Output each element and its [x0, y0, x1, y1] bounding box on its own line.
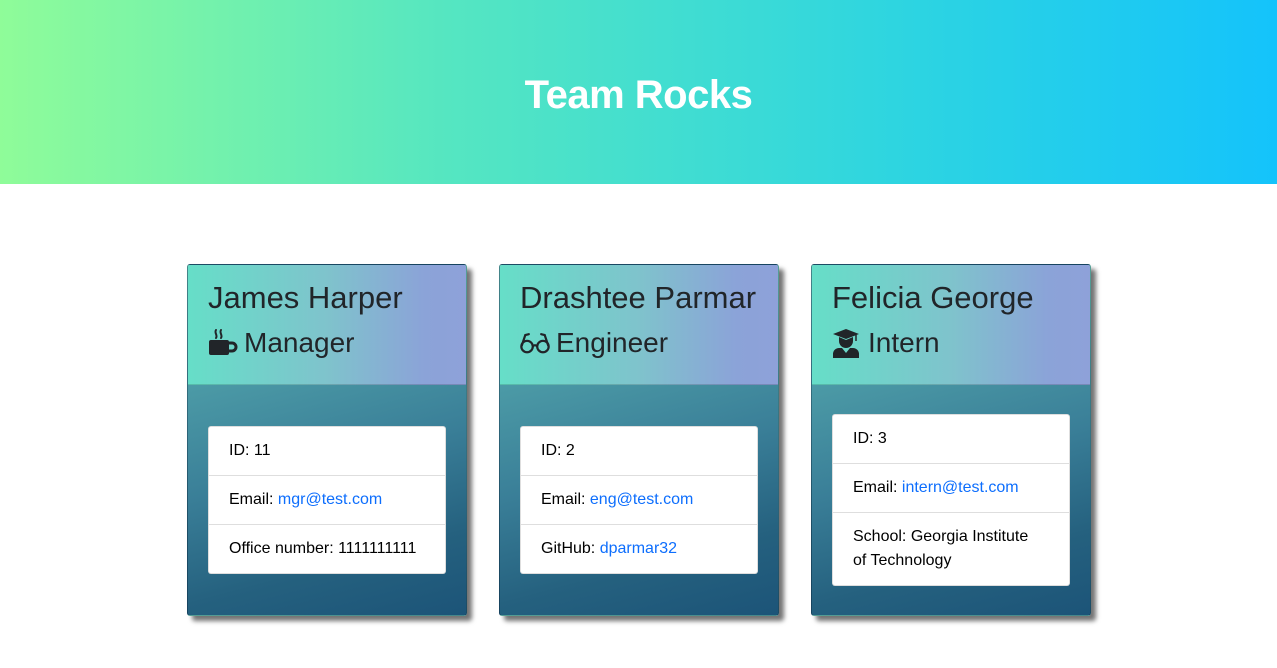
card-header: Felicia George Intern [812, 265, 1090, 385]
id-value: 2 [565, 442, 575, 459]
info-list: ID: 3 Email: intern@test.com School: Geo… [832, 414, 1070, 586]
employee-name: James Harper [208, 280, 403, 315]
id-label: ID: [541, 442, 562, 459]
team-cards: James Harper Manager ID: 11 Email: mgr@t… [0, 184, 1277, 668]
office-number-item: Office number: 1111111111 [209, 525, 445, 573]
page-header: Team Rocks [0, 0, 1277, 184]
email-item: Email: mgr@test.com [209, 476, 445, 525]
card-body: ID: 2 Email: eng@test.com GitHub: dparma… [520, 426, 758, 574]
id-item: ID: 2 [521, 427, 757, 476]
id-value: 3 [877, 430, 887, 447]
engineer-card: Drashtee Parmar Engineer ID: 2 Email: en… [499, 264, 779, 616]
email-label: Email: [853, 479, 898, 496]
email-item: Email: eng@test.com [521, 476, 757, 525]
github-label: GitHub: [541, 540, 596, 557]
id-item: ID: 3 [833, 415, 1069, 464]
card-body: ID: 3 Email: intern@test.com School: Geo… [832, 414, 1070, 586]
office-number-label: Office number: [229, 540, 334, 557]
github-link[interactable]: dparmar32 [600, 540, 677, 557]
id-value: 11 [253, 442, 271, 459]
email-item: Email: intern@test.com [833, 464, 1069, 513]
email-link[interactable]: mgr@test.com [278, 491, 382, 508]
card-body: ID: 11 Email: mgr@test.com Office number… [208, 426, 446, 574]
email-link[interactable]: intern@test.com [902, 479, 1019, 496]
glasses-icon [520, 328, 550, 358]
role-label: Intern [868, 327, 940, 358]
id-label: ID: [853, 430, 874, 447]
school-item: School: Georgia Institute of Technology [833, 513, 1069, 585]
employee-name: Drashtee Parmar [520, 280, 757, 315]
coffee-cup-icon [208, 328, 238, 358]
email-link[interactable]: eng@test.com [590, 491, 693, 508]
role-label: Manager [244, 327, 355, 358]
office-number-value: 1111111111 [338, 540, 417, 557]
card-header: James Harper Manager [188, 265, 466, 385]
info-list: ID: 11 Email: mgr@test.com Office number… [208, 426, 446, 574]
github-item: GitHub: dparmar32 [521, 525, 757, 573]
page-title: Team Rocks [524, 72, 753, 117]
email-label: Email: [541, 491, 586, 508]
info-list: ID: 2 Email: eng@test.com GitHub: dparma… [520, 426, 758, 574]
email-label: Email: [229, 491, 274, 508]
card-header: Drashtee Parmar Engineer [500, 265, 778, 385]
intern-card: Felicia George Intern ID: 3 Email: inter… [811, 264, 1091, 616]
role-label: Engineer [556, 327, 669, 358]
id-item: ID: 11 [209, 427, 445, 476]
graduate-icon [832, 328, 862, 358]
employee-role: Manager [208, 326, 446, 360]
employee-role: Engineer [520, 326, 758, 360]
employee-role: Intern [832, 326, 1070, 360]
school-label: School: [853, 528, 907, 545]
employee-name: Felicia George [832, 280, 1034, 315]
id-label: ID: [229, 442, 250, 459]
manager-card: James Harper Manager ID: 11 Email: mgr@t… [187, 264, 467, 616]
